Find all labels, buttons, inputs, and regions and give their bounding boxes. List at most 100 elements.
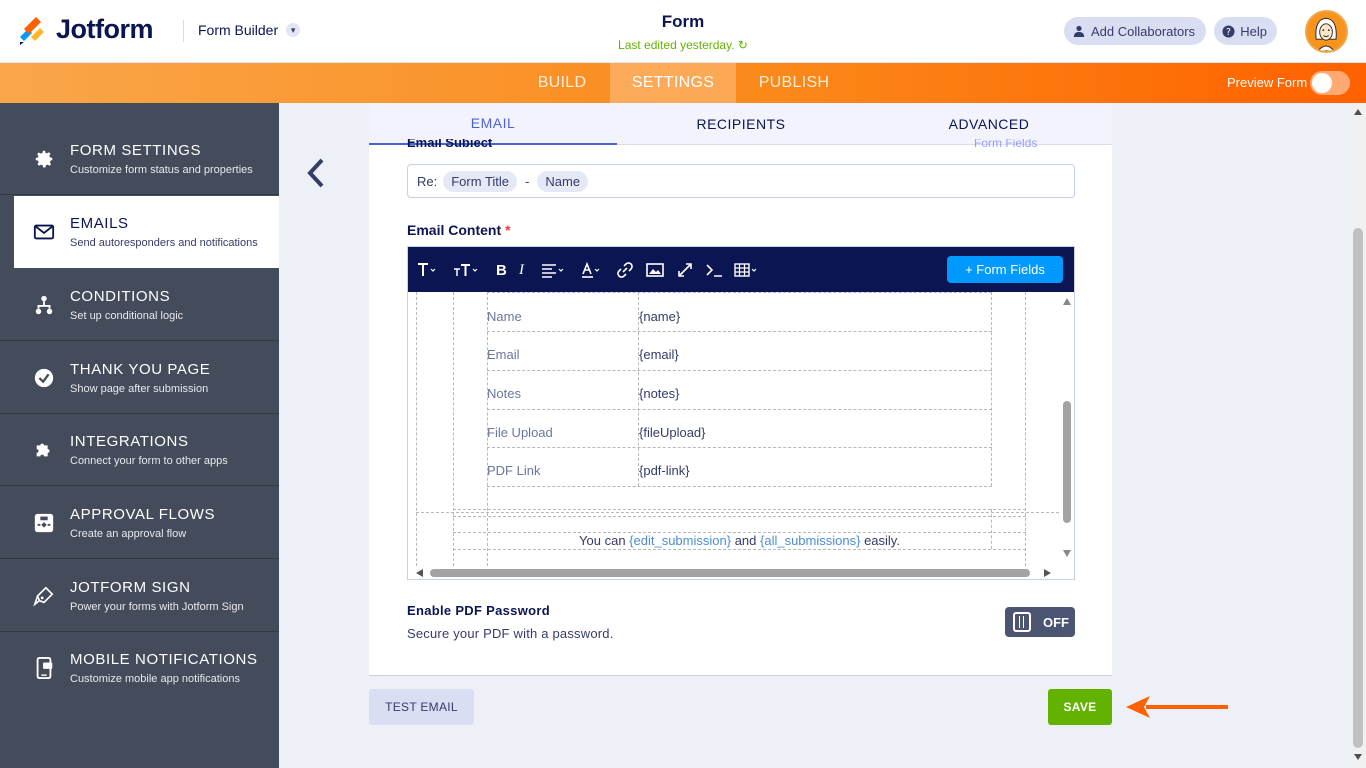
editor-vertical-scrollbar[interactable]: [1059, 292, 1074, 566]
test-email-button[interactable]: TEST EMAIL: [369, 689, 474, 725]
table-guide: [453, 509, 1026, 510]
field-tag: {notes}: [639, 386, 680, 401]
tab-settings[interactable]: SETTINGS: [610, 63, 736, 103]
refresh-icon: ↻: [737, 38, 748, 52]
table-icon[interactable]: [734, 260, 760, 280]
scroll-up-arrow-icon[interactable]: [1354, 109, 1362, 115]
image-icon[interactable]: [646, 260, 664, 280]
subject-form-fields-link[interactable]: Form Fields: [974, 139, 1037, 147]
table-row: Email {email}: [487, 335, 992, 374]
table-row: Name {name}: [487, 297, 992, 336]
top-header: Jotform Form Builder ▾ Form Last edited …: [0, 0, 1366, 63]
page-vertical-scrollbar[interactable]: [1350, 103, 1366, 768]
scrollbar-thumb[interactable]: [1063, 401, 1071, 523]
fullscreen-icon[interactable]: [677, 260, 693, 280]
table-row: PDF Link {pdf-link}: [487, 451, 992, 490]
question-circle-icon: ?: [1222, 24, 1235, 38]
field-label: PDF Link: [487, 463, 541, 478]
toggle-knob-icon: [1013, 612, 1031, 632]
pdf-password-toggle[interactable]: OFF: [1005, 607, 1075, 637]
sidebar-item-title: CONDITIONS: [70, 288, 171, 305]
italic-icon[interactable]: I: [519, 260, 524, 280]
sidebar-item-conditions[interactable]: CONDITIONS Set up conditional logic: [0, 269, 279, 341]
sidebar-item-subtitle: Power your forms with Jotform Sign: [70, 601, 244, 613]
sidebar-item-integrations[interactable]: INTEGRATIONS Connect your form to other …: [0, 414, 279, 486]
check-circle-icon: [32, 366, 56, 390]
sidebar-item-subtitle: Create an approval flow: [70, 528, 187, 540]
font-type-icon[interactable]: [417, 260, 437, 280]
text-color-icon[interactable]: [581, 260, 605, 280]
form-builder-label: Form Builder: [198, 22, 279, 38]
email-content-editor: B I + Form Fields Name {name} Email {ema…: [407, 246, 1075, 580]
subject-chip-name[interactable]: Name: [537, 170, 589, 192]
tab-recipients[interactable]: RECIPIENTS: [617, 103, 865, 145]
user-avatar[interactable]: [1305, 10, 1348, 53]
sidebar-item-title: THANK YOU PAGE: [70, 361, 211, 378]
add-collaborators-label: Add Collaborators: [1091, 23, 1196, 39]
scroll-down-arrow-icon[interactable]: [1063, 550, 1071, 557]
sidebar-item-form-settings[interactable]: FORM SETTINGS Customize form status and …: [0, 123, 279, 195]
sidebar-item-mobile-notifications[interactable]: MOBILE NOTIFICATIONS Customize mobile ap…: [0, 632, 279, 704]
form-builder-dropdown[interactable]: Form Builder ▾: [198, 22, 301, 38]
toggle-state-label: OFF: [1043, 614, 1069, 630]
save-button[interactable]: SAVE: [1048, 689, 1112, 725]
field-tag: {email}: [639, 347, 679, 362]
table-guide: [453, 292, 454, 566]
code-view-icon[interactable]: [705, 260, 723, 280]
scroll-up-arrow-icon[interactable]: [1063, 298, 1071, 305]
email-subject-input[interactable]: Re: Form Title - Name: [407, 164, 1075, 198]
sidebar-item-title: JOTFORM SIGN: [70, 579, 191, 596]
settings-sidebar: FORM SETTINGS Customize form status and …: [0, 103, 279, 768]
table-row: File Upload {fileUpload}: [487, 413, 992, 452]
sidebar-item-title: MOBILE NOTIFICATIONS: [70, 651, 258, 668]
editor-horizontal-scrollbar[interactable]: [408, 566, 1059, 579]
field-label: Name: [487, 309, 522, 324]
font-size-icon[interactable]: [453, 260, 479, 280]
tab-publish[interactable]: PUBLISH: [736, 63, 852, 103]
scroll-down-arrow-icon[interactable]: [1354, 754, 1362, 760]
table-guide: [487, 292, 992, 293]
jotform-logo[interactable]: Jotform: [18, 14, 154, 45]
arrow-left-icon: [1126, 696, 1228, 718]
sidebar-item-thank-you-page[interactable]: THANK YOU PAGE Show page after submissio…: [0, 342, 279, 414]
email-content-label: Email Content *: [407, 222, 511, 238]
main-nav: BUILD SETTINGS PUBLISH Preview Form: [0, 63, 1366, 103]
table-guide: [1025, 292, 1026, 566]
preview-form-toggle[interactable]: [1310, 71, 1350, 95]
field-tag: {fileUpload}: [639, 425, 706, 440]
tab-build[interactable]: BUILD: [514, 63, 610, 103]
sidebar-item-subtitle: Set up conditional logic: [70, 310, 184, 322]
email-subject-label: Email Subject: [407, 139, 493, 147]
help-button[interactable]: ? Help: [1214, 17, 1277, 45]
puzzle-icon: [32, 438, 56, 462]
insert-form-fields-button[interactable]: + Form Fields: [947, 256, 1063, 283]
field-label: Email: [487, 347, 520, 362]
add-collaborators-button[interactable]: Add Collaborators: [1064, 17, 1206, 45]
bold-icon[interactable]: B: [496, 260, 507, 280]
scrollbar-thumb[interactable]: [1353, 228, 1363, 748]
sidebar-item-emails[interactable]: EMAILS Send autoresponders and notificat…: [14, 196, 279, 268]
sidebar-item-subtitle: Connect your form to other apps: [70, 455, 228, 467]
align-icon[interactable]: [541, 260, 567, 280]
last-edited-text: Last edited yesterday.: [618, 38, 735, 52]
pen-icon: [32, 584, 56, 608]
email-content-body[interactable]: Name {name} Email {email} Notes {notes} …: [416, 292, 1059, 566]
link-icon[interactable]: [616, 260, 634, 280]
footer-text-line: You can {edit_submission} and {all_submi…: [487, 533, 992, 548]
subject-chip-form-title[interactable]: Form Title: [443, 170, 518, 192]
scroll-left-arrow-icon[interactable]: [416, 569, 423, 577]
svg-text:?: ?: [1226, 26, 1231, 37]
sidebar-item-approval-flows[interactable]: APPROVAL FLOWS Create an approval flow: [0, 487, 279, 559]
sidebar-item-subtitle: Customize mobile app notifications: [70, 673, 240, 685]
sidebar-item-jotform-sign[interactable]: JOTFORM SIGN Power your forms with Jotfo…: [0, 560, 279, 632]
scrollbar-thumb[interactable]: [430, 569, 1030, 577]
envelope-icon: [32, 220, 56, 244]
field-tag: {name}: [639, 309, 681, 324]
chevron-left-icon[interactable]: [302, 156, 328, 190]
scroll-right-arrow-icon[interactable]: [1044, 569, 1051, 577]
subject-prefix: Re:: [417, 173, 438, 189]
sidebar-item-subtitle: Show page after submission: [70, 383, 209, 395]
gear-icon: [32, 147, 56, 171]
sidebar-item-title: INTEGRATIONS: [70, 433, 189, 450]
avatar-illustration: [1307, 12, 1346, 51]
